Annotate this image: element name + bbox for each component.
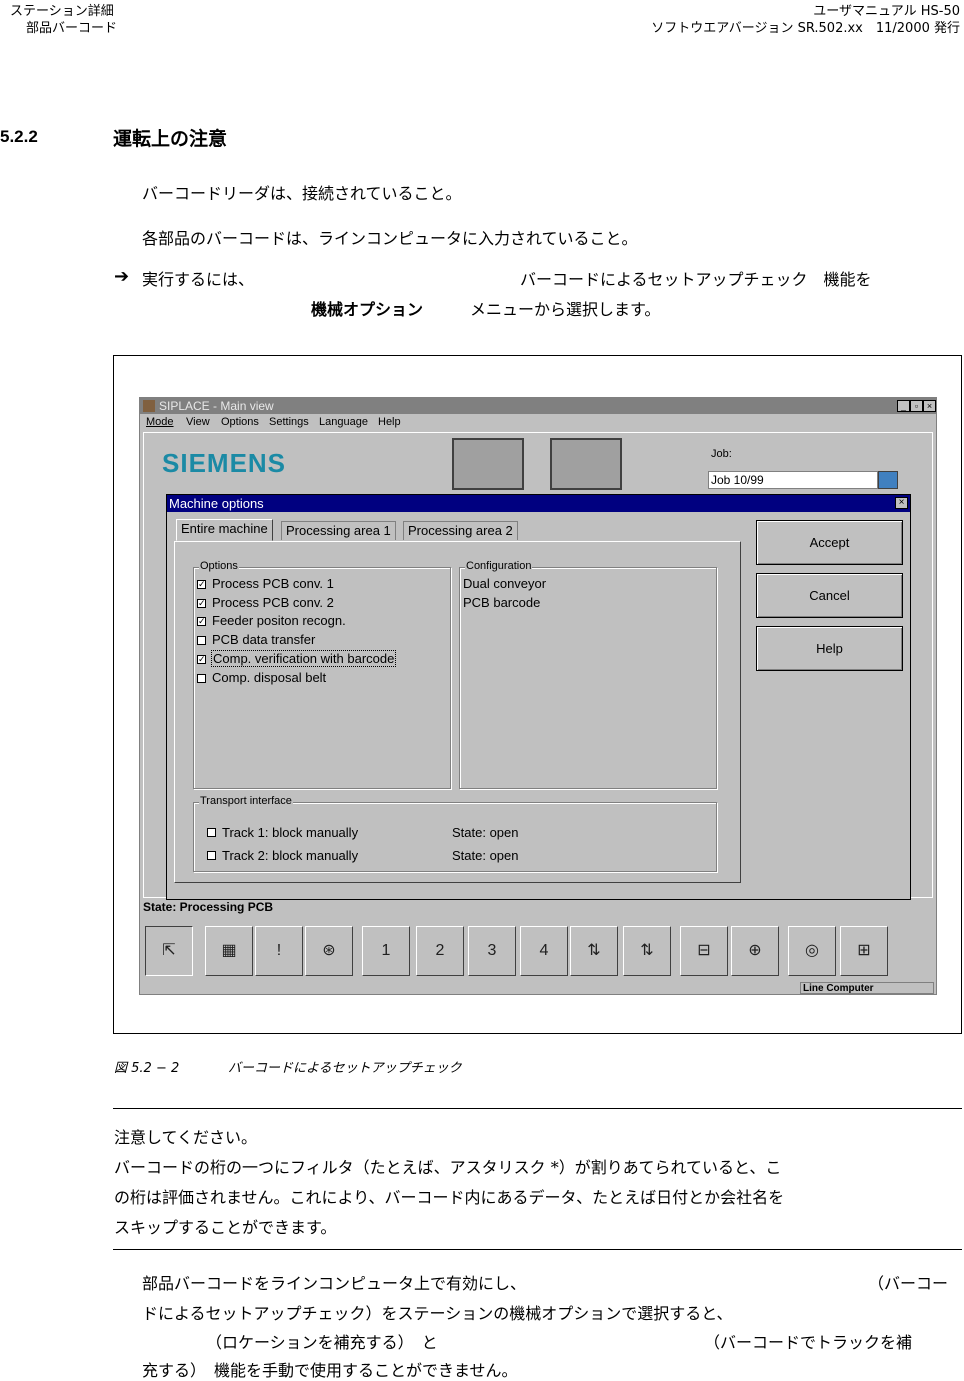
track-1-state: State: open xyxy=(452,825,519,840)
cancel-button[interactable]: Cancel xyxy=(756,573,903,618)
intro-line-3a: 実行するには、 xyxy=(142,270,255,289)
option-pcb-data-transfer[interactable]: PCB data transfer xyxy=(212,632,315,647)
checkbox-process-pcb-2[interactable]: ✓ xyxy=(197,599,206,608)
select-icon[interactable]: ⇱ xyxy=(145,926,193,976)
checkbox-feeder-position[interactable]: ✓ xyxy=(197,617,206,626)
gantry-2-icon[interactable]: 2 xyxy=(416,926,464,976)
intro-line-2: 各部品のバーコードは、ラインコンピュータに入力されていること。 xyxy=(142,229,638,248)
toolbar: ⇱ ▦ ! ⊛ 1 2 3 4 ⇅ ⇅ ⊟ ⊕ ◎ ⊞ xyxy=(143,926,933,978)
header-left-2: 部品バーコード xyxy=(26,21,118,36)
option-process-pcb-1[interactable]: Process PCB conv. 1 xyxy=(212,576,334,591)
final-line-1b: （バーコー xyxy=(868,1274,949,1293)
checkbox-track-2[interactable] xyxy=(207,851,216,860)
final-line-1a: 部品バーコードをラインコンピュータ上で有効にし、 xyxy=(142,1274,527,1293)
accept-button[interactable]: Accept xyxy=(756,520,903,565)
config-dual-conveyor: Dual conveyor xyxy=(463,576,547,591)
job-label: Job: xyxy=(711,448,732,460)
feeder-reel-icon[interactable]: ⊛ xyxy=(305,926,353,976)
checkbox-process-pcb-1[interactable]: ✓ xyxy=(197,580,206,589)
checkbox-track-1[interactable] xyxy=(207,828,216,837)
status-line-computer: Line Computer xyxy=(800,982,934,994)
track-1-label[interactable]: Track 1: block manually xyxy=(222,825,358,840)
job-browse-icon[interactable] xyxy=(878,471,898,489)
minimize-icon[interactable]: _ xyxy=(897,400,910,412)
dialog-title: Machine options xyxy=(167,495,910,512)
option-feeder-position[interactable]: Feeder positon recogn. xyxy=(212,613,346,628)
help-button[interactable]: Help xyxy=(756,626,903,671)
caption-number: 図 5.2 − 2 xyxy=(114,1061,180,1076)
tab-processing-area-1[interactable]: Processing area 1 xyxy=(281,521,396,540)
gantry-3-icon[interactable]: 3 xyxy=(468,926,516,976)
note-line-2: バーコードの桁の一つにフィルタ（たとえば、アスタリスク *）が割りあてられている… xyxy=(114,1158,782,1177)
menu-mode[interactable]: Mode xyxy=(146,416,174,428)
alarm-icon[interactable]: ! xyxy=(255,926,303,976)
note-line-4: スキップすることができます。 xyxy=(114,1218,337,1237)
menu-bar: Mode View Options Settings Language Help xyxy=(140,414,936,431)
header-right-2: ソフトウエアバージョン SR.502.xx 11/2000 発行 xyxy=(651,21,960,36)
config-pcb-barcode: PCB barcode xyxy=(463,595,541,610)
final-line-3b: （バーコードでトラックを補 xyxy=(704,1333,913,1352)
app-titlebar: SIPLACE - Main view _ ▫ × xyxy=(140,398,936,414)
track-2-label[interactable]: Track 2: block manually xyxy=(222,848,358,863)
tab-processing-area-2[interactable]: Processing area 2 xyxy=(403,521,518,540)
machine-2-icon[interactable] xyxy=(550,438,622,490)
caption-text: バーコードによるセットアップチェック xyxy=(228,1061,462,1076)
final-line-2: ドによるセットアップチェック）をステーションの機械オプションで選択すると、 xyxy=(142,1304,733,1323)
option-process-pcb-2[interactable]: Process PCB conv. 2 xyxy=(212,595,334,610)
siemens-logo: SIEMENS xyxy=(162,448,287,478)
conveyor-1-icon[interactable]: ⇅ xyxy=(623,926,671,976)
intro-line-4b: メニューから選択します。 xyxy=(470,300,661,319)
component-table-icon[interactable]: ▦ xyxy=(205,926,253,976)
restore-icon[interactable]: ▫ xyxy=(910,400,923,412)
menu-help[interactable]: Help xyxy=(378,416,401,428)
intro-line-3b: バーコードによるセットアップチェック 機能を xyxy=(520,270,872,289)
option-comp-verification[interactable]: Comp. verification with barcode xyxy=(210,650,397,667)
gantry-4-icon[interactable]: 4 xyxy=(520,926,568,976)
machine-options-dialog: Machine options × Entire machine Process… xyxy=(166,494,911,900)
state-text: State: Processing PCB xyxy=(143,900,274,914)
note-rule-top xyxy=(113,1108,962,1109)
menu-settings[interactable]: Settings xyxy=(269,416,309,428)
track-2-state: State: open xyxy=(452,848,519,863)
transport-icon[interactable]: ⊕ xyxy=(731,926,779,976)
section-number: 5.2.2 xyxy=(0,127,38,146)
board-in-icon[interactable]: ⊟ xyxy=(680,926,728,976)
checkbox-comp-verification[interactable]: ✓ xyxy=(197,655,206,664)
transport-group-label: Transport interface xyxy=(199,795,293,807)
arrow-icon: ➔ xyxy=(114,266,130,287)
tab-entire-machine[interactable]: Entire machine xyxy=(176,519,273,541)
section-title: 運転上の注意 xyxy=(113,128,228,150)
app-title: SIPLACE - Main view xyxy=(159,399,274,413)
job-field[interactable]: Job 10/99 xyxy=(708,471,878,489)
menu-options[interactable]: Options xyxy=(221,416,259,428)
mouse-icon[interactable]: ◎ xyxy=(788,926,836,976)
options-group-label: Options xyxy=(199,560,239,572)
intro-line-4a: 機械オプション xyxy=(311,300,424,319)
note-line-1: 注意してください。 xyxy=(114,1128,258,1147)
menu-view[interactable]: View xyxy=(186,416,210,428)
dialog-close-icon[interactable]: × xyxy=(895,497,908,509)
note-line-3: の桁は評価されません。これにより、バーコード内にあるデータ、たとえば日付とか会社… xyxy=(114,1188,785,1207)
app-icon xyxy=(143,400,155,412)
final-line-3a: （ロケーションを補充する） と xyxy=(206,1333,438,1352)
gantry-1-icon[interactable]: 1 xyxy=(362,926,410,976)
checkbox-comp-disposal[interactable] xyxy=(197,674,206,683)
conveyor-2-icon[interactable]: ⇅ xyxy=(570,926,618,976)
intro-line-1: バーコードリーダは、接続されていること。 xyxy=(142,184,462,203)
menu-language[interactable]: Language xyxy=(319,416,368,428)
option-comp-disposal[interactable]: Comp. disposal belt xyxy=(212,670,326,685)
note-rule-bottom xyxy=(113,1249,962,1250)
checkbox-pcb-data-transfer[interactable] xyxy=(197,636,206,645)
configuration-group-label: Configuration xyxy=(465,560,533,572)
machine-1-icon[interactable] xyxy=(452,438,524,490)
final-line-4: 充する） 機能を手動で使用することができません。 xyxy=(142,1361,518,1380)
close-icon[interactable]: × xyxy=(923,400,936,412)
network-icon[interactable]: ⊞ xyxy=(840,926,888,976)
